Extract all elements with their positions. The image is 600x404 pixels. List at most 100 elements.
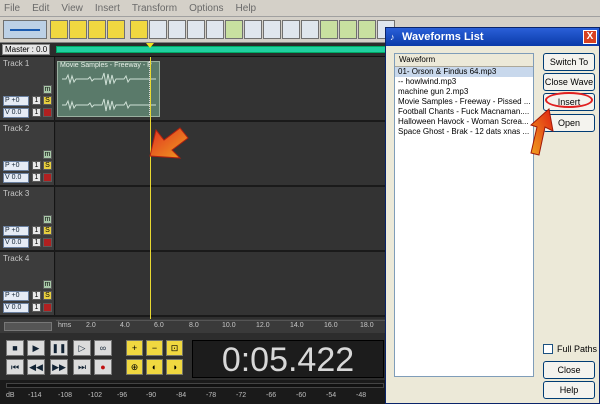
stop-button[interactable]: ■ [6,340,24,356]
volume-field[interactable]: V 0.0 [3,108,29,118]
menu-file[interactable]: File [4,3,20,14]
zoom-right-icon[interactable]: ◑ [166,359,183,375]
track-number-button[interactable]: 1 [32,108,41,117]
tool-button-9[interactable] [301,20,319,39]
menu-insert[interactable]: Insert [95,3,120,14]
record-arm-button[interactable] [43,303,52,312]
track-lane[interactable] [56,122,386,185]
help-button[interactable]: Help [543,381,595,399]
ruler-tick: 12.0 [256,322,270,329]
record-arm-button[interactable] [43,238,52,247]
save-button[interactable] [88,20,106,39]
fast-forward-button[interactable]: ▶▶ [50,359,68,375]
waveform-right [62,98,156,112]
record-arm-button[interactable] [43,173,52,182]
list-item[interactable]: machine gun 2.mp3 [395,87,533,97]
full-paths-checkbox[interactable] [543,344,553,354]
undo-button[interactable] [130,20,148,39]
tool-button-8[interactable] [282,20,300,39]
volume-field[interactable]: V 0.0 [3,173,29,183]
list-item[interactable]: -- howlwind.mp3 [395,77,533,87]
track-number-button[interactable]: 1 [32,96,41,105]
play-to-end-button[interactable]: ▷ [73,340,91,356]
audio-clip[interactable]: Movie Samples - Freeway - P [57,61,160,117]
loop-button[interactable]: ∞ [94,340,112,356]
mute-button[interactable]: m [43,280,52,289]
new-file-button[interactable] [50,20,68,39]
playback-cursor[interactable] [150,57,151,319]
track-lane[interactable] [56,187,386,250]
record-arm-button[interactable] [43,108,52,117]
solo-button[interactable]: S [43,96,52,105]
waveform-listbox[interactable]: Waveform 01- Orson & Findus 64.mp3 -- ho… [394,53,534,377]
tool-button-12[interactable] [358,20,376,39]
track-4: Track 4 m P +0 1 S V 0.0 1 [0,252,388,317]
mute-button[interactable]: m [43,215,52,224]
zoom-out-icon[interactable]: − [146,340,163,356]
track-lane[interactable] [56,252,386,315]
playhead-marker[interactable] [146,43,154,48]
zoom-left-icon[interactable]: ◐ [146,359,163,375]
zoom-full-icon[interactable]: ⊡ [166,340,183,356]
menu-view[interactable]: View [61,3,83,14]
save-as-button[interactable] [107,20,125,39]
tool-button-6[interactable] [244,20,262,39]
mute-button[interactable]: m [43,150,52,159]
zoom-in-icon[interactable]: + [126,340,143,356]
track-number-button[interactable]: 1 [32,226,41,235]
track-header: Track 2 m P +0 1 S V 0.0 1 [0,122,55,185]
close-icon[interactable]: X [583,30,597,44]
pause-button[interactable]: ❚❚ [50,340,68,356]
tool-button-1[interactable] [149,20,167,39]
tool-button-3[interactable] [187,20,205,39]
open-file-button[interactable] [69,20,87,39]
switch-to-button[interactable]: Switch To [543,53,595,71]
play-button[interactable]: ▶ [27,340,45,356]
list-item[interactable]: Football Chants - Fuck Macnaman.... [395,107,533,117]
tool-button-10[interactable] [320,20,338,39]
pan-field[interactable]: P +0 [3,161,29,171]
track-name: Track 3 [3,189,30,198]
dialog-title: Waveforms List [402,31,484,43]
overview-range-bar[interactable] [56,46,386,53]
track-number-button[interactable]: 1 [32,238,41,247]
tool-button-7[interactable] [263,20,281,39]
list-item[interactable]: 01- Orson & Findus 64.mp3 [395,67,533,77]
solo-button[interactable]: S [43,291,52,300]
solo-button[interactable]: S [43,161,52,170]
dialog-title-bar[interactable]: ♪ Waveforms List [386,28,599,46]
tool-button-2[interactable] [168,20,186,39]
list-column-header[interactable]: Waveform [395,54,533,67]
pan-field[interactable]: P +0 [3,291,29,301]
list-item[interactable]: Space Ghost - Brak - 12 dats xnas ... [395,127,533,137]
track-number-button[interactable]: 1 [32,161,41,170]
menu-help[interactable]: Help [236,3,257,14]
timeline-ruler[interactable]: hms 2.0 4.0 6.0 8.0 10.0 12.0 14.0 16.0 … [56,320,386,332]
list-item[interactable]: Halloween Havock - Woman Screa... [395,117,533,127]
track-number-button[interactable]: 1 [32,291,41,300]
rewind-button[interactable]: ◀◀ [27,359,45,375]
track-number-button[interactable]: 1 [32,173,41,182]
mute-button[interactable]: m [43,85,52,94]
zoom-selection-icon[interactable]: ⊕ [126,359,143,375]
record-button[interactable]: ● [94,359,112,375]
tool-button-11[interactable] [339,20,357,39]
pan-field[interactable]: P +0 [3,226,29,236]
menu-options[interactable]: Options [189,3,223,14]
solo-button[interactable]: S [43,226,52,235]
close-button[interactable]: Close [543,361,595,379]
track-number-button[interactable]: 1 [32,303,41,312]
list-item[interactable]: Movie Samples - Freeway - Pissed ... [395,97,533,107]
edit-mode-toggle[interactable] [3,20,47,39]
go-to-end-button[interactable]: ⏭ [73,359,91,375]
tool-button-4[interactable] [206,20,224,39]
menu-edit[interactable]: Edit [32,3,49,14]
tool-button-5[interactable] [225,20,243,39]
close-wave-button[interactable]: Close Wave [543,73,595,91]
go-to-start-button[interactable]: ⏮ [6,359,24,375]
horizontal-scrollbar[interactable] [4,322,52,331]
volume-field[interactable]: V 0.0 [3,238,29,248]
menu-transform[interactable]: Transform [132,3,177,14]
volume-field[interactable]: V 0.0 [3,303,29,313]
pan-field[interactable]: P +0 [3,96,29,106]
